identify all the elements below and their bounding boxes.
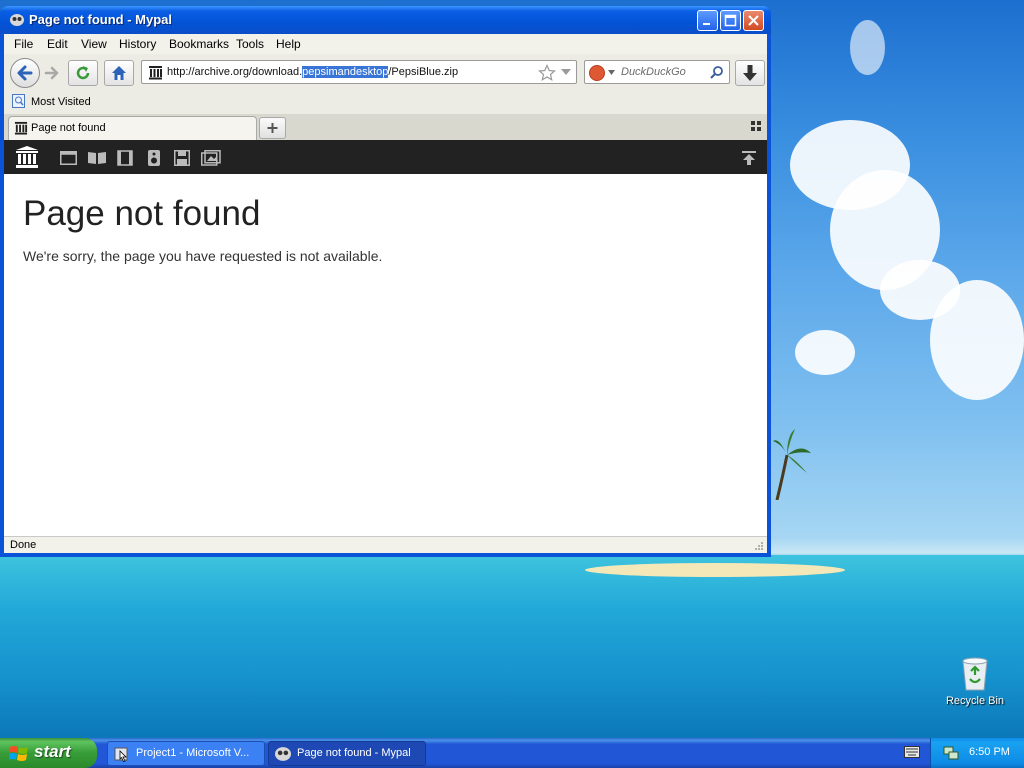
status-text: Done	[10, 539, 37, 551]
back-arrow-icon	[17, 65, 33, 81]
status-bar: Done	[4, 536, 767, 553]
address-bar[interactable]: http://archive.org/download.pepsimandesk…	[141, 60, 577, 84]
archive-site-icon	[148, 65, 163, 80]
browser-client-area: File Edit View History Bookmarks Tools H…	[4, 34, 767, 553]
menu-help[interactable]: Help	[276, 37, 301, 51]
page-title: Page not found	[23, 194, 261, 233]
reload-button[interactable]	[68, 60, 98, 86]
close-button[interactable]	[743, 10, 764, 31]
island	[585, 563, 845, 577]
archive-logo-icon[interactable]	[15, 145, 39, 169]
recycle-bin-label: Recycle Bin	[945, 695, 1005, 707]
search-icon[interactable]	[709, 65, 724, 80]
bookmarks-toolbar: Most Visited	[4, 90, 767, 114]
tab-groups-icon[interactable]	[751, 121, 761, 131]
downloads-button[interactable]	[735, 60, 765, 86]
cloud	[795, 330, 855, 375]
taskbar-item-mypal[interactable]: Page not found - Mypal	[268, 741, 426, 766]
duckduckgo-icon[interactable]	[589, 65, 605, 81]
window-title: Page not found - Mypal	[29, 12, 172, 27]
url-selected-text: pepsimandesktop	[302, 66, 389, 78]
forward-arrow-icon	[44, 66, 59, 80]
upload-icon[interactable]	[742, 151, 756, 165]
url-text[interactable]: http://archive.org/download.pepsimandesk…	[167, 66, 458, 78]
software-floppy-icon[interactable]	[174, 150, 190, 166]
tab-label: Page not found	[31, 122, 106, 134]
close-icon	[748, 15, 759, 26]
menu-file[interactable]: File	[14, 37, 33, 51]
tab-strip: Page not found	[4, 114, 767, 140]
mypal-icon	[275, 747, 291, 761]
forward-button[interactable]	[40, 62, 64, 84]
resize-grip-icon[interactable]	[754, 541, 764, 551]
most-visited-icon	[12, 94, 25, 108]
windows-flag-icon	[9, 746, 28, 761]
search-bar[interactable]: DuckDuckGo	[584, 60, 730, 84]
network-icon[interactable]	[943, 745, 959, 761]
visual-basic-icon	[114, 747, 128, 762]
sea	[0, 555, 1024, 740]
reload-icon	[76, 66, 90, 80]
clock[interactable]: 6:50 PM	[969, 746, 1010, 758]
taskbar-item-project1[interactable]: Project1 - Microsoft V...	[107, 741, 265, 766]
error-message: We're sorry, the page you have requested…	[23, 248, 383, 264]
cloud	[930, 280, 1024, 400]
browser-window: Page not found - Mypal File Edit View Hi…	[0, 6, 771, 557]
menu-tools[interactable]: Tools	[236, 37, 264, 51]
archive-site-icon	[14, 121, 28, 135]
menu-edit[interactable]: Edit	[47, 37, 68, 51]
back-button[interactable]	[10, 58, 40, 88]
start-button[interactable]: start	[0, 738, 97, 768]
taskbar-item-label: Project1 - Microsoft V...	[136, 747, 250, 759]
cloud	[850, 20, 885, 75]
tab-page-not-found[interactable]: Page not found	[8, 116, 257, 140]
page-content: Page not found We're sorry, the page you…	[4, 140, 767, 536]
keyboard-icon[interactable]	[904, 746, 920, 758]
palm-tree	[773, 429, 811, 500]
engine-dropdown-icon[interactable]	[608, 70, 615, 75]
url-dropdown-icon[interactable]	[560, 67, 572, 77]
taskbar: start Project1 - Microsoft V... Page not…	[0, 738, 1024, 768]
plus-icon	[267, 123, 278, 133]
menu-history[interactable]: History	[119, 37, 156, 51]
home-icon	[112, 66, 126, 80]
bookmark-star-icon[interactable]	[538, 64, 556, 82]
images-icon[interactable]	[201, 150, 221, 166]
web-icon[interactable]	[60, 151, 77, 165]
recycle-bin-shortcut[interactable]: Recycle Bin	[944, 655, 1006, 710]
bookmark-most-visited[interactable]: Most Visited	[31, 96, 91, 108]
taskbar-item-label: Page not found - Mypal	[297, 747, 411, 759]
search-placeholder: DuckDuckGo	[621, 66, 686, 78]
texts-book-icon[interactable]	[87, 151, 107, 165]
navigation-toolbar: http://archive.org/download.pepsimandesk…	[4, 54, 767, 90]
maximize-icon	[724, 14, 737, 27]
start-label: start	[34, 742, 71, 761]
home-button[interactable]	[104, 60, 134, 86]
mypal-icon	[10, 14, 24, 26]
minimize-button[interactable]	[697, 10, 718, 31]
title-bar[interactable]: Page not found - Mypal	[0, 6, 771, 34]
audio-speaker-icon[interactable]	[148, 150, 160, 166]
url-prefix: http://archive.org/download.	[167, 66, 303, 78]
menu-bar: File Edit View History Bookmarks Tools H…	[4, 34, 767, 54]
new-tab-button[interactable]	[259, 117, 286, 139]
archive-nav-bar	[4, 140, 767, 174]
maximize-button[interactable]	[720, 10, 741, 31]
minimize-icon	[703, 23, 710, 25]
download-arrow-icon	[743, 65, 757, 81]
menu-bookmarks[interactable]: Bookmarks	[169, 37, 229, 51]
url-suffix: /PepsiBlue.zip	[388, 66, 459, 78]
system-tray: 6:50 PM	[930, 738, 1024, 768]
menu-view[interactable]: View	[81, 37, 107, 51]
recycle-bin-icon	[962, 657, 988, 691]
video-film-icon[interactable]	[117, 150, 133, 166]
